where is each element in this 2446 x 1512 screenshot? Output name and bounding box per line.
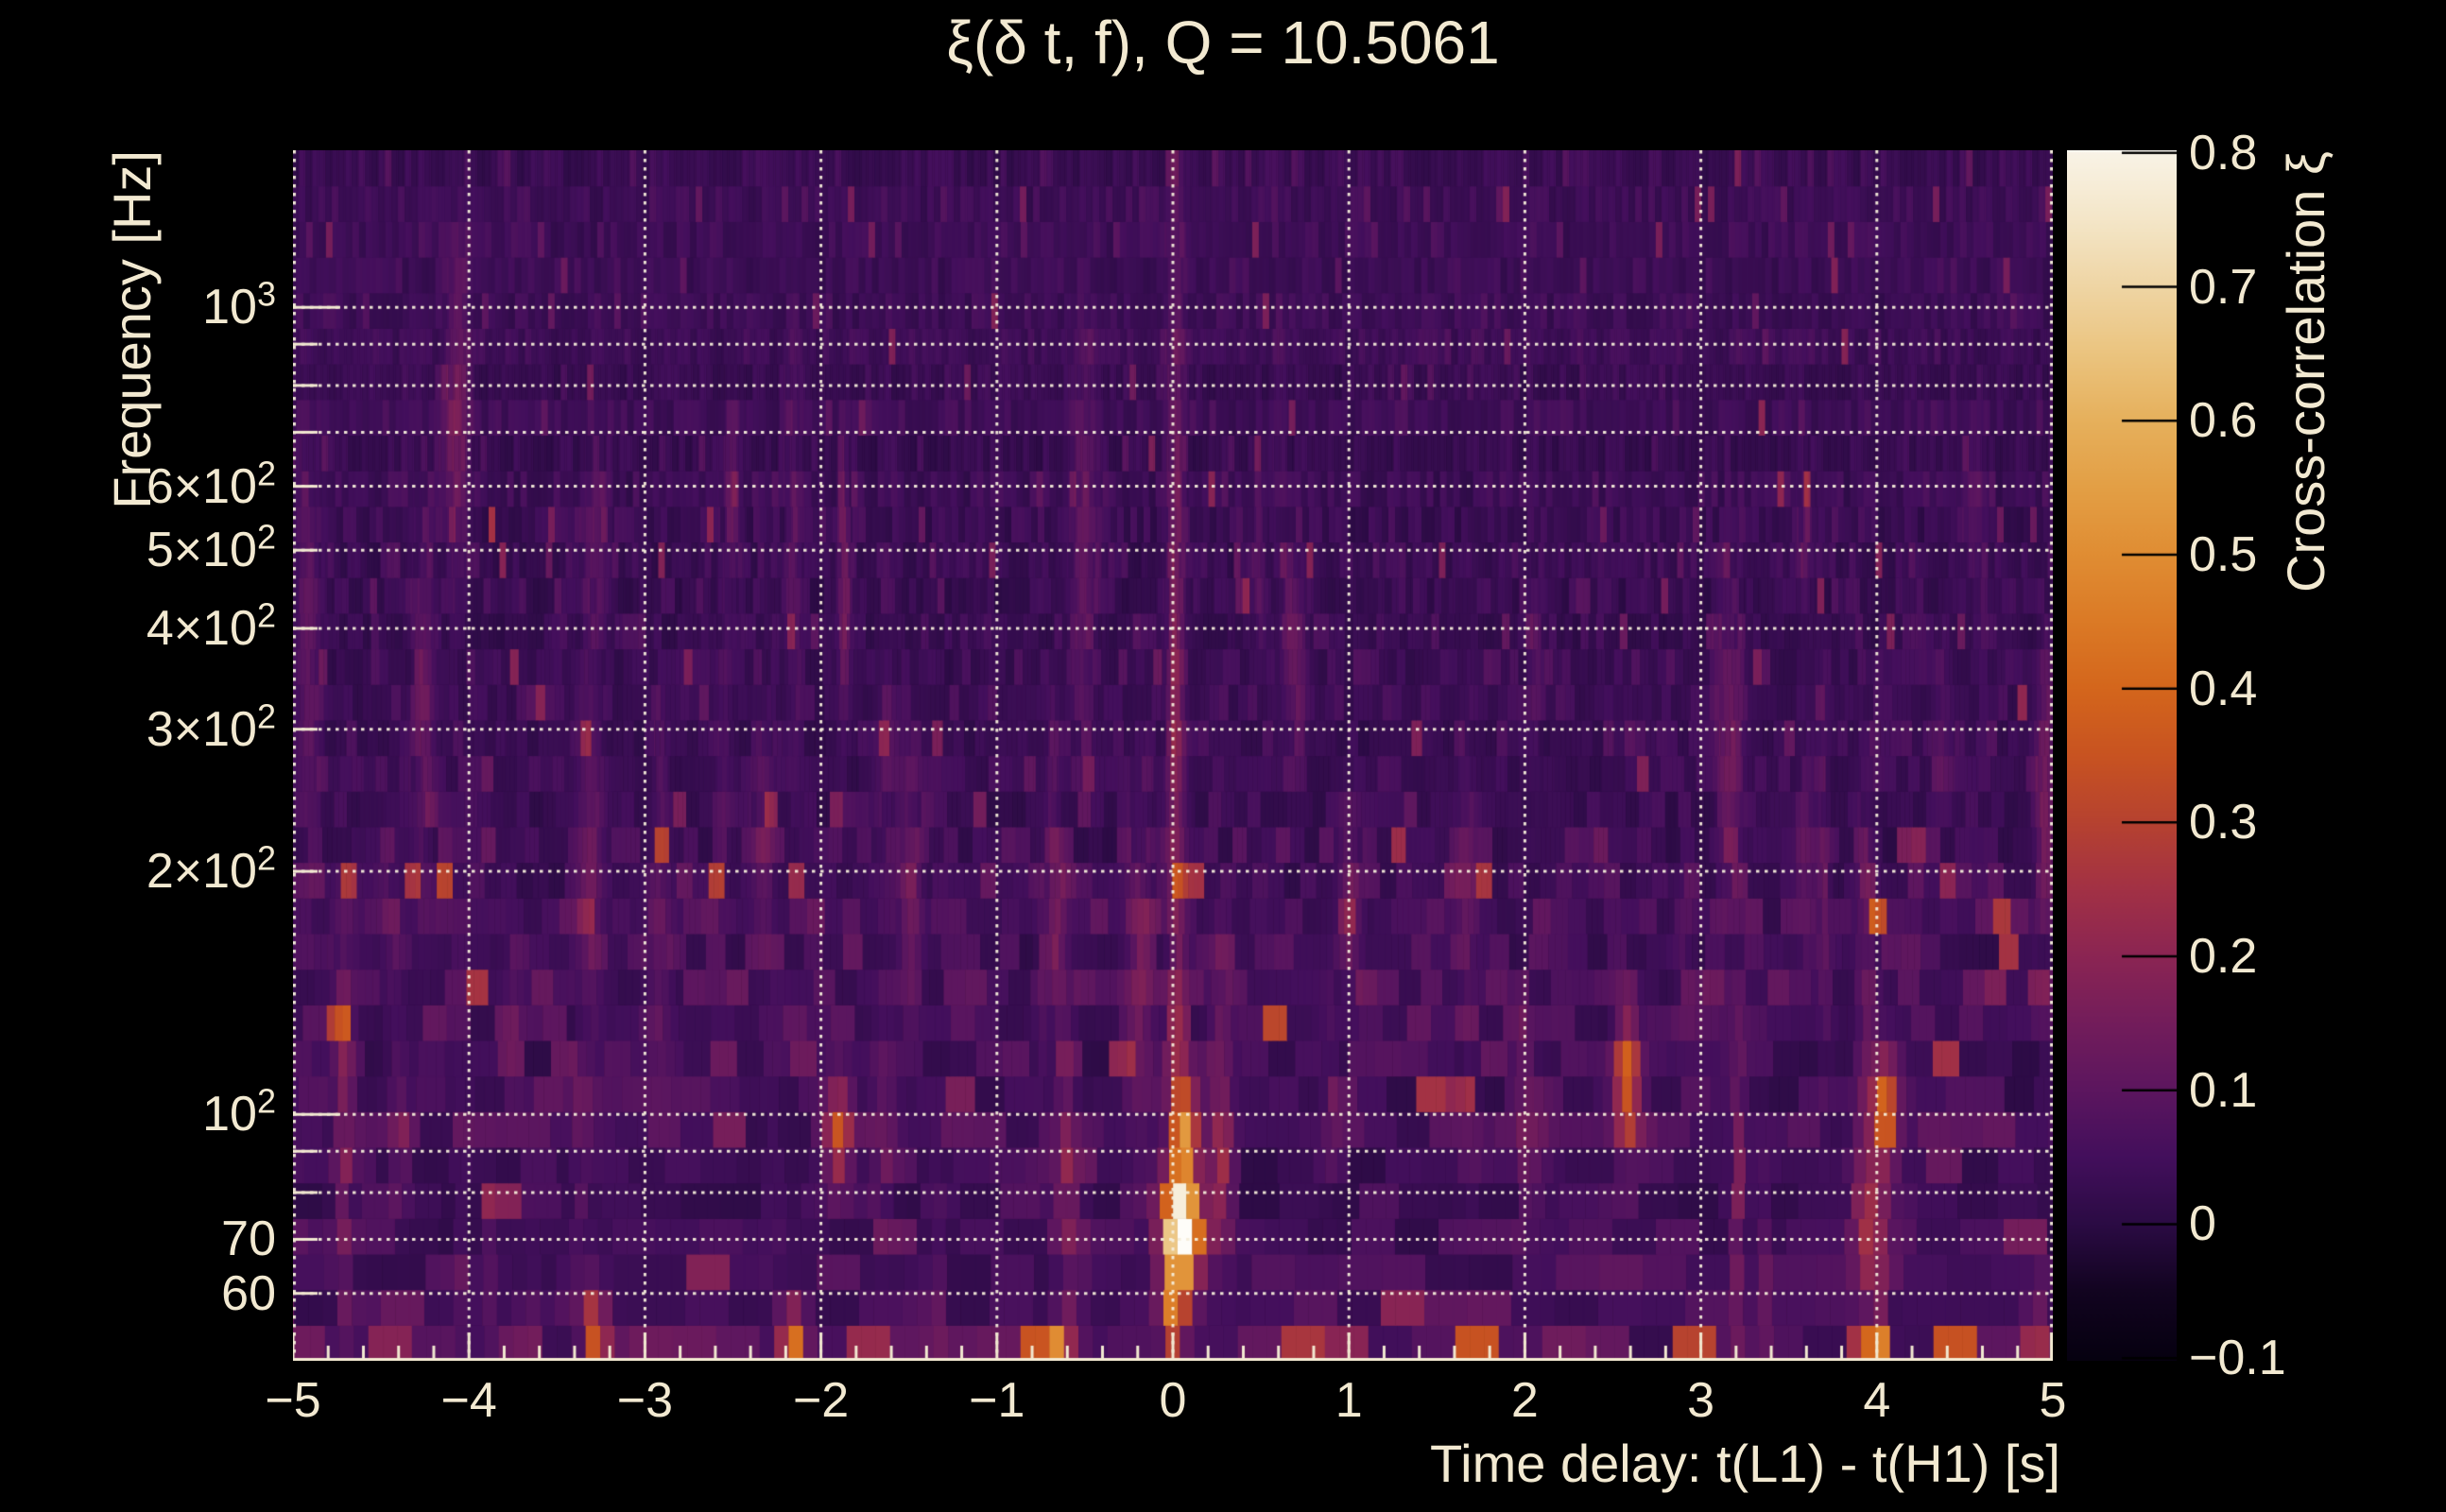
colorbar-tick-label: 0.4	[2189, 661, 2258, 716]
colorbar-title: Cross-correlation ξ	[2276, 151, 2335, 593]
x-tick-label: −5	[265, 1373, 321, 1428]
colorbar-canvas	[2067, 150, 2177, 1361]
x-tick-label: 0	[1159, 1373, 1187, 1428]
colorbar-tick-label: 0.1	[2189, 1062, 2258, 1118]
plot-title: ξ(δ t, f), Q = 10.5061	[946, 9, 1500, 77]
x-tick-label: −4	[440, 1373, 497, 1428]
x-tick-label: 4	[1863, 1373, 1891, 1428]
colorbar-tick-label: 0.3	[2189, 795, 2258, 850]
x-tick-label: −2	[792, 1373, 850, 1428]
y-tick-label: 4×102	[146, 595, 276, 656]
x-tick-label: −3	[616, 1373, 674, 1428]
y-tick-label: 3×102	[146, 696, 276, 757]
x-tick-label: 1	[1335, 1373, 1363, 1428]
y-tick-label: 102	[202, 1081, 276, 1143]
colorbar-tick-label: 0	[2189, 1196, 2216, 1252]
page-container: ξ(δ t, f), Q = 10.5061 Frequency [Hz] Cr…	[0, 0, 2446, 1512]
y-tick-label: 103	[202, 274, 276, 335]
colorbar-tick-label: 0.6	[2189, 393, 2258, 449]
colorbar-tick-label: 0.7	[2189, 259, 2258, 315]
x-axis-title: Time delay: t(L1) - t(H1) [s]	[1430, 1434, 2060, 1493]
x-tick-label: 2	[1510, 1373, 1539, 1428]
y-tick-label: 5×102	[146, 517, 276, 578]
heatmap-canvas	[293, 150, 2053, 1361]
colorbar-tick-label: 0.5	[2189, 526, 2258, 582]
x-tick-label: 3	[1687, 1373, 1715, 1428]
colorbar-tick-label: 0.8	[2189, 125, 2258, 180]
x-tick-label: 5	[2039, 1373, 2067, 1428]
y-tick-label: 70	[221, 1211, 276, 1267]
y-tick-label: 6×102	[146, 454, 276, 514]
colorbar-tick-label: −0.1	[2189, 1331, 2286, 1386]
colorbar-tick-label: 0.2	[2189, 929, 2258, 985]
y-tick-label: 60	[221, 1265, 276, 1321]
x-tick-label: −1	[969, 1373, 1025, 1428]
y-tick-label: 2×102	[146, 838, 276, 900]
